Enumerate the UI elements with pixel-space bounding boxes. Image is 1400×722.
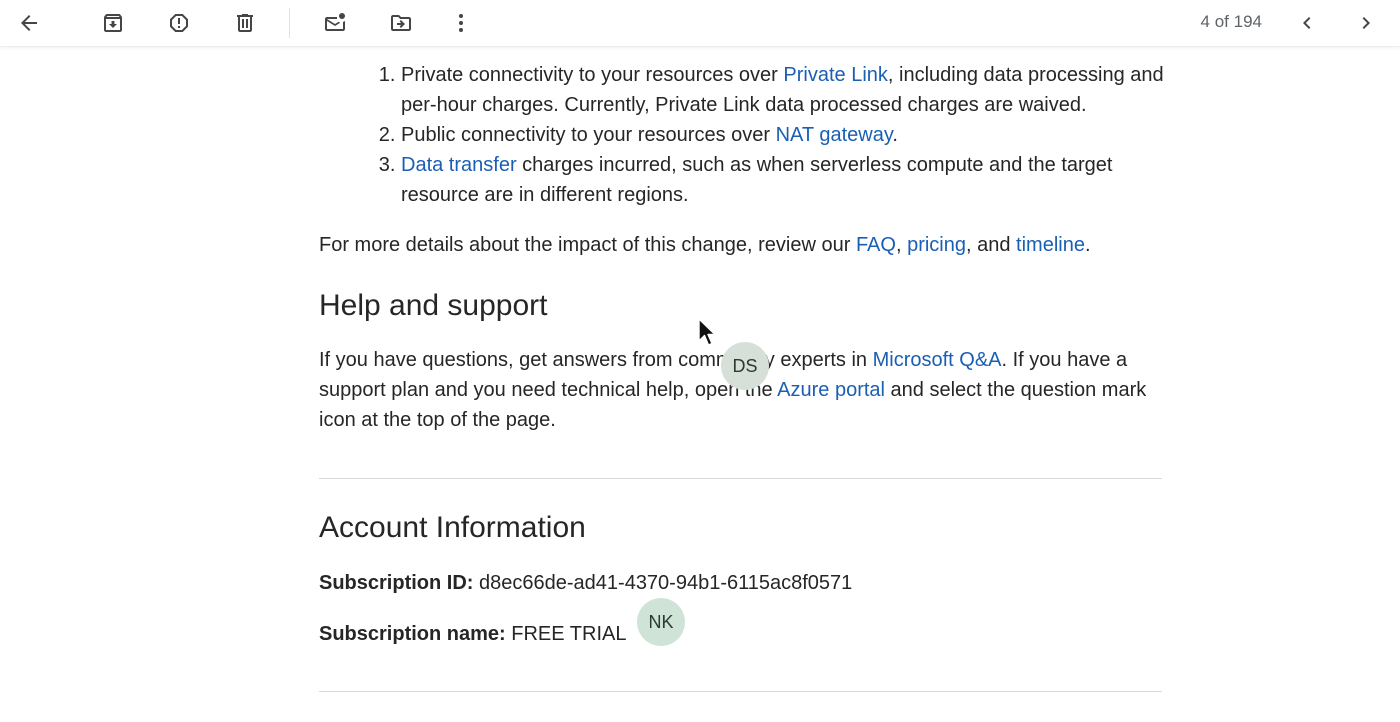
data-transfer-link[interactable]: Data transfer <box>401 154 517 176</box>
chevron-left-icon <box>1303 17 1311 29</box>
subscription-name-value: FREE TRIAL <box>511 623 627 645</box>
move-to-button[interactable] <box>381 3 421 43</box>
azure-portal-link[interactable]: Azure portal <box>777 379 885 401</box>
more-details-paragraph: For more details about the impact of thi… <box>319 234 1091 256</box>
section-divider <box>319 691 1162 692</box>
chevron-right-icon <box>1362 17 1370 29</box>
list-item: Public connectivity to your resources ov… <box>401 120 1164 150</box>
back-button[interactable] <box>9 3 49 43</box>
subscription-id-label: Subscription ID: <box>319 572 474 594</box>
mark-unread-icon <box>325 13 345 31</box>
more-vert-icon <box>459 14 463 32</box>
trash-icon <box>237 14 253 32</box>
list-item: Private connectivity to your resources o… <box>401 60 1164 120</box>
account-info-heading: Account Information <box>319 511 586 544</box>
archive-icon <box>104 14 122 32</box>
microsoft-qa-link[interactable]: Microsoft Q&A <box>873 349 1002 371</box>
mark-unread-button[interactable] <box>315 3 355 43</box>
toolbar-separator <box>289 8 290 38</box>
faq-link[interactable]: FAQ <box>856 234 896 256</box>
pager-count: 4 of 194 <box>1200 12 1262 31</box>
avatar[interactable]: NK <box>637 598 685 646</box>
archive-button[interactable] <box>93 3 133 43</box>
charges-list: Private connectivity to your resources o… <box>319 60 1164 210</box>
subscription-name-row: Subscription name: FREE TRIAL <box>319 619 626 649</box>
move-to-icon <box>391 15 411 31</box>
nat-gateway-link[interactable]: NAT gateway <box>776 124 893 146</box>
list-item: Data transfer charges incurred, such as … <box>401 150 1164 210</box>
avatar[interactable]: DS <box>721 342 769 390</box>
delete-button[interactable] <box>225 3 265 43</box>
email-toolbar: 4 of 194 <box>0 0 1400 47</box>
mouse-cursor-icon <box>698 318 716 346</box>
back-arrow-icon <box>21 15 37 31</box>
older-button[interactable] <box>1346 3 1386 43</box>
private-link-link[interactable]: Private Link <box>783 64 888 86</box>
report-spam-icon <box>170 14 188 32</box>
subscription-name-label: Subscription name: <box>319 623 506 645</box>
report-spam-button[interactable] <box>159 3 199 43</box>
newer-button[interactable] <box>1287 3 1327 43</box>
subscription-id-row: Subscription ID: d8ec66de-ad41-4370-94b1… <box>319 568 852 598</box>
timeline-link[interactable]: timeline <box>1016 234 1085 256</box>
more-options-button[interactable] <box>441 3 481 43</box>
pricing-link[interactable]: pricing <box>907 234 966 256</box>
subscription-id-value: d8ec66de-ad41-4370-94b1-6115ac8f0571 <box>479 572 853 594</box>
help-support-heading: Help and support <box>319 289 548 322</box>
section-divider <box>319 478 1162 479</box>
